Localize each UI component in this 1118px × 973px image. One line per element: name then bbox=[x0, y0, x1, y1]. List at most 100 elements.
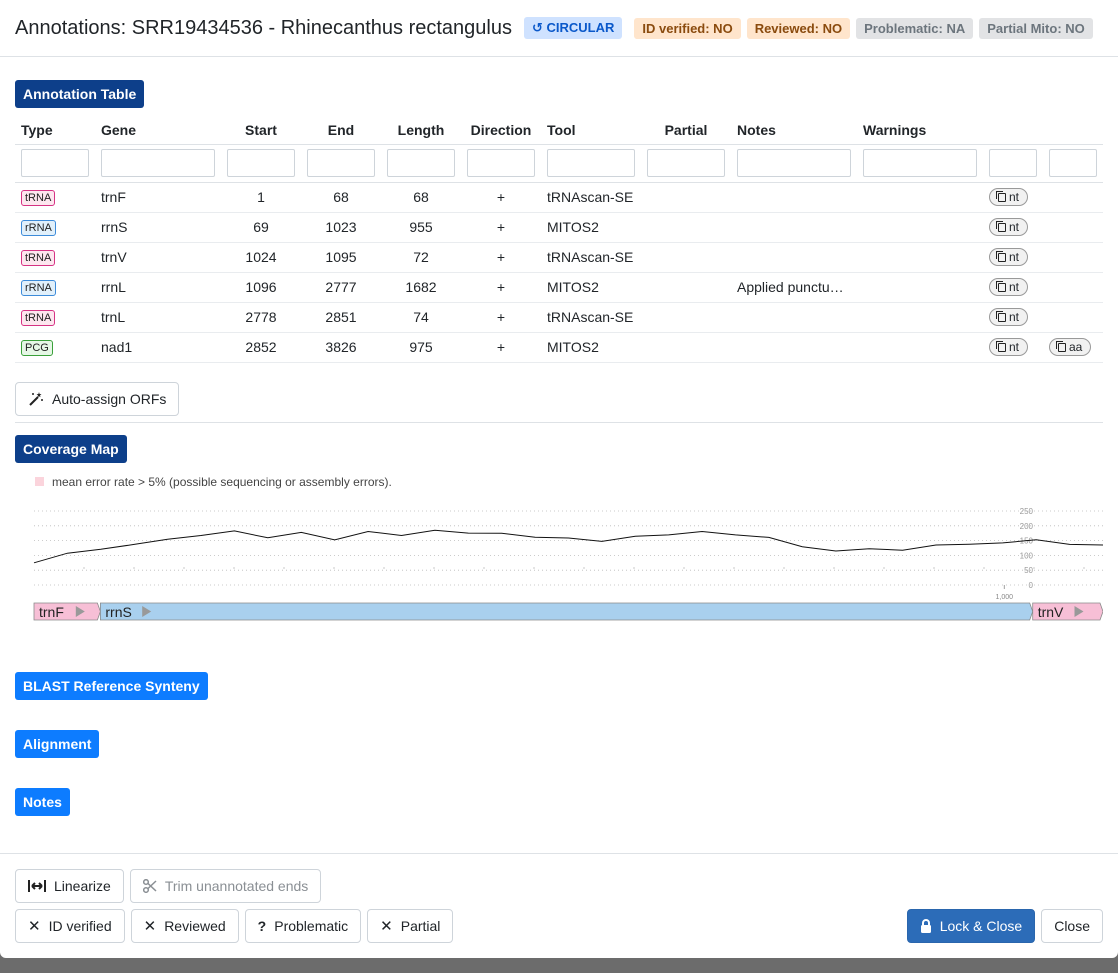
cell-start: 2778 bbox=[221, 302, 301, 333]
copy-nt-label: nt bbox=[1009, 310, 1020, 324]
cell-partial bbox=[641, 272, 731, 303]
x-tick-label: 1,000 bbox=[995, 594, 1013, 601]
cell-warnings bbox=[857, 272, 983, 303]
table-row[interactable]: rRNA rrnS 69 1023 955 + MITOS2 nt bbox=[15, 212, 1103, 243]
cell-length: 72 bbox=[381, 242, 461, 273]
close-button[interactable]: Close bbox=[1041, 909, 1103, 943]
type-badge: PCG bbox=[21, 340, 53, 356]
coverage-map-section-button[interactable]: Coverage Map bbox=[15, 434, 127, 463]
partial-mito-badge: Partial Mito: NO bbox=[979, 17, 1093, 39]
copy-nt-button[interactable]: nt bbox=[989, 248, 1029, 266]
col-notes[interactable]: Notes bbox=[731, 116, 857, 145]
table-row[interactable]: PCG nad1 2852 3826 975 + MITOS2 nt aa bbox=[15, 332, 1103, 363]
filter-end-input[interactable] bbox=[307, 149, 375, 177]
cell-type: tRNA bbox=[15, 302, 95, 333]
notes-section-button[interactable]: Notes bbox=[15, 787, 70, 816]
copy-icon bbox=[996, 220, 1006, 232]
cell-copy-nt: nt bbox=[983, 272, 1043, 303]
linearize-button[interactable]: Linearize bbox=[15, 869, 124, 903]
table-row[interactable]: rRNA rrnL 1096 2777 1682 + MITOS2 Applied punct… bbox=[15, 272, 1103, 303]
cell-start: 1024 bbox=[221, 242, 301, 273]
col-direction[interactable]: Direction bbox=[461, 116, 541, 145]
cell-notes bbox=[731, 302, 857, 333]
table-row[interactable]: tRNA trnF 1 68 68 + tRNAscan-SE nt bbox=[15, 182, 1103, 213]
filter-length-input[interactable] bbox=[387, 149, 455, 177]
col-type[interactable]: Type bbox=[15, 116, 95, 145]
cell-direction: + bbox=[461, 182, 541, 213]
partial-label: Partial bbox=[400, 918, 441, 934]
filter-type-input[interactable] bbox=[21, 149, 89, 177]
cell-end: 1095 bbox=[301, 242, 381, 273]
cell-warnings bbox=[857, 212, 983, 243]
cell-gene: nad1 bbox=[95, 332, 221, 363]
copy-nt-label: nt bbox=[1009, 190, 1020, 204]
circular-badge[interactable]: ↺ CIRCULAR bbox=[524, 17, 623, 39]
copy-nt-button[interactable]: nt bbox=[989, 308, 1029, 326]
filter-direction-input[interactable] bbox=[467, 149, 535, 177]
filter-aa-input[interactable] bbox=[1049, 149, 1097, 177]
filter-row bbox=[15, 144, 1103, 183]
partial-button[interactable]: ✕ Partial bbox=[367, 909, 454, 943]
type-badge: rRNA bbox=[21, 220, 56, 236]
x-icon: ✕ bbox=[143, 918, 157, 935]
cell-notes bbox=[731, 332, 857, 363]
filter-tool-input[interactable] bbox=[547, 149, 635, 177]
copy-icon bbox=[996, 250, 1006, 262]
annotation-table-section-button[interactable]: Annotation Table bbox=[15, 80, 145, 108]
blast-synteny-section-button[interactable]: BLAST Reference Synteny bbox=[15, 671, 208, 700]
cell-partial bbox=[641, 332, 731, 363]
table-header-row: Type Gene Start End Length Direction Too… bbox=[15, 116, 1103, 145]
id-verified-button[interactable]: ✕ ID verified bbox=[15, 909, 125, 943]
col-end[interactable]: End bbox=[301, 116, 381, 145]
filter-partial-input[interactable] bbox=[647, 149, 725, 177]
cell-warnings bbox=[857, 242, 983, 273]
cell-length: 975 bbox=[381, 332, 461, 363]
col-copy-nt bbox=[983, 116, 1043, 145]
col-tool[interactable]: Tool bbox=[541, 116, 641, 145]
col-length[interactable]: Length bbox=[381, 116, 461, 145]
copy-nt-button[interactable]: nt bbox=[989, 188, 1029, 206]
trim-ends-button[interactable]: Trim unannotated ends bbox=[129, 869, 322, 903]
table-row[interactable]: tRNA trnV 1024 1095 72 + tRNAscan-SE nt bbox=[15, 242, 1103, 273]
col-gene[interactable]: Gene bbox=[95, 116, 221, 145]
cell-end: 2777 bbox=[301, 272, 381, 303]
cell-copy-nt: nt bbox=[983, 182, 1043, 213]
reviewed-button[interactable]: ✕ Reviewed bbox=[130, 909, 239, 943]
filter-start-input[interactable] bbox=[227, 149, 295, 177]
cell-warnings bbox=[857, 332, 983, 363]
cell-start: 1 bbox=[221, 182, 301, 213]
copy-nt-button[interactable]: nt bbox=[989, 338, 1029, 356]
cell-partial bbox=[641, 212, 731, 243]
lock-close-label: Lock & Close bbox=[939, 918, 1023, 934]
alignment-section-button[interactable]: Alignment bbox=[15, 729, 100, 758]
auto-assign-orfs-button[interactable]: Auto-assign ORFs bbox=[15, 381, 180, 416]
lock-icon bbox=[920, 919, 931, 933]
copy-icon bbox=[996, 340, 1006, 352]
copy-nt-label: nt bbox=[1009, 220, 1020, 234]
copy-nt-button[interactable]: nt bbox=[989, 278, 1029, 296]
filter-warnings-input[interactable] bbox=[863, 149, 977, 177]
cell-copy-aa bbox=[1043, 242, 1103, 273]
cell-warnings bbox=[857, 182, 983, 213]
filter-notes-input[interactable] bbox=[737, 149, 851, 177]
filter-gene-input[interactable] bbox=[101, 149, 215, 177]
question-icon: ? bbox=[257, 918, 267, 934]
col-partial[interactable]: Partial bbox=[641, 116, 731, 145]
filter-nt-input[interactable] bbox=[989, 149, 1037, 177]
col-warnings[interactable]: Warnings bbox=[857, 116, 983, 145]
modal-header: Annotations: SRR19434536 - Rhinecanthus … bbox=[0, 0, 1118, 57]
coverage-map[interactable]: 2502001501005001,000trnF rrnS trnV bbox=[15, 501, 1103, 631]
cell-start: 1096 bbox=[221, 272, 301, 303]
copy-nt-button[interactable]: nt bbox=[989, 218, 1029, 236]
type-badge: tRNA bbox=[21, 310, 56, 326]
gene-label: trnF bbox=[39, 604, 64, 620]
problematic-button[interactable]: ? Problematic bbox=[244, 909, 362, 943]
lock-close-button[interactable]: Lock & Close bbox=[906, 909, 1036, 943]
col-start[interactable]: Start bbox=[221, 116, 301, 145]
copy-aa-button[interactable]: aa bbox=[1049, 338, 1092, 356]
linearize-label: Linearize bbox=[54, 878, 111, 894]
auto-assign-orfs-label: Auto-assign ORFs bbox=[52, 390, 167, 407]
y-tick-label: 0 bbox=[1029, 581, 1034, 590]
table-row[interactable]: tRNA trnL 2778 2851 74 + tRNAscan-SE nt bbox=[15, 302, 1103, 333]
cell-type: tRNA bbox=[15, 182, 95, 213]
